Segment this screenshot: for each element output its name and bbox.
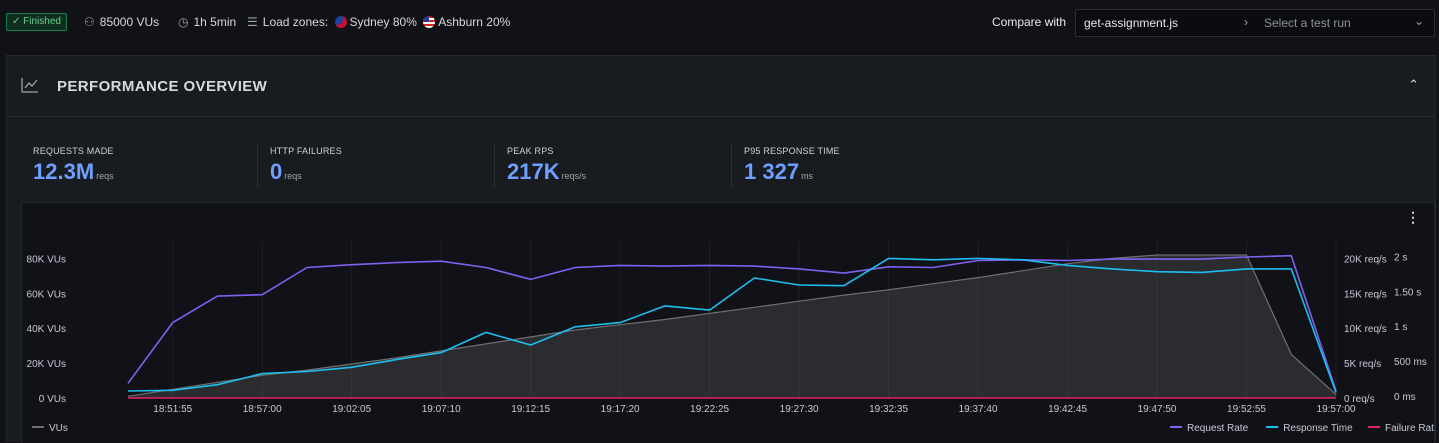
divider: [494, 144, 495, 188]
vus-text: 85000 VUs: [99, 15, 160, 29]
y-right-ms-tick-label: 0 ms: [1394, 392, 1416, 403]
y-left-tick-label: 80K VUs: [27, 254, 66, 265]
users-icon: ⚇: [84, 15, 95, 29]
zone-ashburn: Ashburn 20%: [438, 15, 511, 29]
legend-label-vus: VUs: [49, 423, 68, 434]
test-run-select[interactable]: Select a test run: [1264, 16, 1351, 30]
panel-header[interactable]: PERFORMANCE OVERVIEW ⌃: [7, 56, 1435, 117]
chart-svg: 18:51:55 18:57:00 19:02:05 19:07:10 19:12:15…: [27, 241, 1434, 434]
stat-value: 217K: [507, 159, 560, 184]
load-zones-meta: ☰ Load zones: Sydney 80% Ashburn 20%: [247, 15, 510, 29]
usa-flag-icon: [423, 16, 436, 28]
chart-line-icon: [21, 78, 38, 93]
y-left-tick-label: 0 VUs: [39, 394, 66, 405]
x-tick-label: 19:12:15: [511, 404, 550, 415]
compare-script[interactable]: get-assignment.js: [1084, 16, 1178, 30]
database-icon: ☰: [247, 15, 258, 29]
stat-http-failures: HTTP FAILURES 0 reqs: [270, 146, 500, 185]
compare-label: Compare with: [992, 15, 1067, 29]
chevron-down-icon[interactable]: ⌄: [1414, 14, 1424, 28]
chevron-right-icon: ›: [1244, 15, 1248, 29]
stat-label: PEAK RPS: [507, 146, 554, 156]
stat-unit: reqs/s: [561, 171, 587, 181]
x-tick-label: 19:02:05: [332, 404, 371, 415]
y-right-ms-tick-label: 1 s: [1394, 322, 1407, 333]
stat-label: P95 RESPONSE TIME: [744, 146, 840, 156]
stat-requests-made: REQUESTS MADE 12.3M reqs: [33, 146, 263, 185]
y-left-tick-label: 20K VUs: [27, 359, 66, 370]
stat-peak-rps: PEAK RPS 217K reqs/s: [507, 146, 737, 185]
legend-label-response-time: Response Time: [1283, 423, 1353, 434]
y-right-ms-tick-label: 1.50 s: [1394, 287, 1421, 298]
x-tick-label: 18:51:55: [153, 404, 192, 415]
series-area-vus: [128, 255, 1336, 398]
chevron-up-icon[interactable]: ⌃: [1408, 77, 1419, 93]
x-tick-label: 19:17:20: [601, 404, 640, 415]
y-left-tick-label: 60K VUs: [27, 289, 66, 300]
divider: [731, 144, 732, 188]
y-right-ms-tick-label: 500 ms: [1394, 357, 1427, 368]
x-tick-label: 19:22:25: [690, 404, 729, 415]
y-right-reqs-tick-label: 15K req/s: [1344, 289, 1387, 300]
stat-value: 12.3M: [33, 159, 95, 184]
x-tick-label: 19:07:10: [422, 404, 461, 415]
stat-label: REQUESTS MADE: [33, 146, 114, 156]
stat-label: HTTP FAILURES: [270, 146, 342, 156]
y-left-tick-label: 40K VUs: [27, 324, 66, 335]
status-badge: ✓ Finished: [6, 13, 67, 31]
x-tick-label: 19:27:30: [780, 404, 819, 415]
x-tick-label: 19:32:35: [869, 404, 908, 415]
divider: [257, 144, 258, 188]
clock-icon: ◷: [178, 15, 189, 29]
x-tick-label: 19:37:40: [959, 404, 998, 415]
x-tick-label: 19:57:00: [1317, 404, 1356, 415]
x-tick-label: 19:42:45: [1048, 404, 1087, 415]
zone-sydney: Sydney 80%: [349, 15, 417, 29]
y-right-ms-tick-label: 2 s: [1394, 252, 1407, 263]
duration-text: 1h 5min: [193, 15, 237, 29]
vus-meta: ⚇ 85000 VUs: [84, 15, 159, 29]
test-run-header: ✓ Finished ⚇ 85000 VUs ◷ 1h 5min ☰ Load zon…: [0, 0, 1439, 44]
legend-label-request-rate: Request Rate: [1187, 423, 1249, 434]
performance-chart: ⋮ 18:51:55 18:57:00 19:02:05 19:07:10 19:12:…: [21, 202, 1435, 443]
performance-overview-panel: PERFORMANCE OVERVIEW ⌃ REQUESTS MADE 12.…: [6, 55, 1436, 443]
y-right-reqs-tick-label: 5K req/s: [1344, 359, 1381, 370]
y-right-reqs-tick-label: 10K req/s: [1344, 324, 1387, 335]
y-right-reqs-tick-label: 0 req/s: [1344, 394, 1375, 405]
australia-flag-icon: [334, 16, 347, 28]
stat-unit: reqs: [284, 171, 302, 181]
stat-value: 1 327: [744, 159, 800, 184]
panel-title: PERFORMANCE OVERVIEW: [57, 78, 268, 95]
stat-unit: ms: [801, 171, 814, 181]
stat-p95-response-time: P95 RESPONSE TIME 1 327 ms: [744, 146, 974, 185]
stat-unit: reqs: [96, 171, 114, 181]
x-tick-label: 18:57:00: [243, 404, 282, 415]
duration-meta: ◷ 1h 5min: [178, 15, 236, 29]
legend-label-failure-rate: Failure Rate: [1385, 423, 1434, 434]
load-zones-label: Load zones:: [262, 15, 329, 29]
x-tick-label: 19:52:55: [1227, 404, 1266, 415]
stat-value: 0: [270, 159, 283, 184]
x-tick-label: 19:47:50: [1138, 404, 1177, 415]
compare-select[interactable]: get-assignment.js › Select a test run ⌄: [1075, 9, 1435, 37]
y-right-reqs-tick-label: 20K req/s: [1344, 254, 1387, 265]
